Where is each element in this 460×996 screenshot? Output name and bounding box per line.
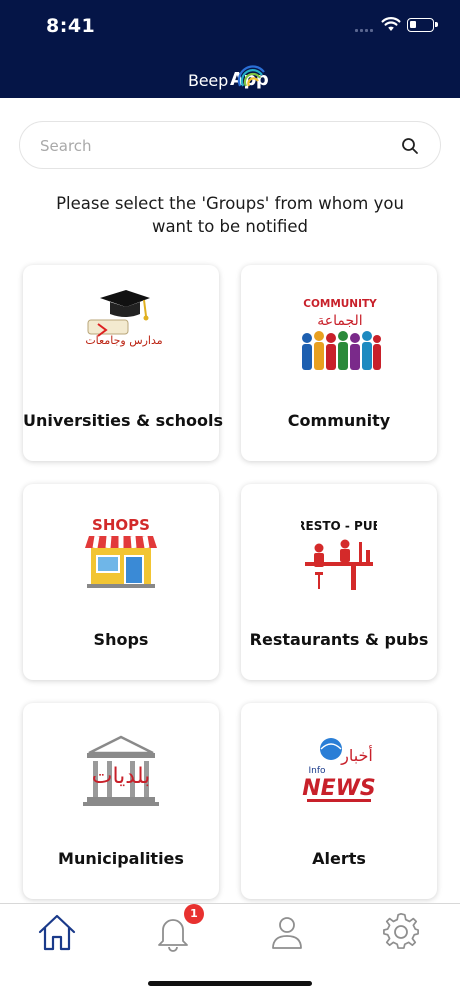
group-card-community[interactable]: COMMUNITY الجماعة Community [241, 265, 437, 461]
signal-arcs-icon [237, 65, 265, 87]
notification-badge: 1 [184, 904, 204, 924]
group-card-alerts[interactable]: أخبار Info NEWS Alerts [241, 703, 437, 899]
alerts-image-text-info: Info [308, 766, 326, 776]
group-card-restaurants[interactable]: RESTO - PUB Restaurants & pubs [241, 484, 437, 680]
community-image-text-en: COMMUNITY [303, 298, 377, 310]
community-image-text-ar: الجماعة [317, 313, 362, 329]
alerts-image-text-ar: أخبار [340, 745, 373, 766]
shops-image-text: SHOPS [92, 516, 150, 534]
app-header: 8:41 Beep App [0, 0, 460, 98]
news-icon: أخبار Info NEWS [302, 738, 376, 802]
group-label: Shops [93, 630, 149, 649]
universities-image-text: مدارس وجامعات [85, 334, 162, 347]
tab-settings[interactable] [382, 912, 422, 952]
wifi-icon [381, 17, 401, 31]
status-time: 8:41 [46, 15, 96, 37]
search-bar[interactable] [19, 121, 441, 169]
restaurants-image-text: RESTO - PUB [301, 519, 377, 533]
group-card-municipalities[interactable]: بلديات Municipalities [23, 703, 219, 899]
municipalities-image-text: بلديات [92, 764, 151, 789]
group-label: Restaurants & pubs [249, 630, 429, 649]
cellular-signal-icon [355, 26, 375, 32]
group-card-universities[interactable]: مدارس وجامعات Universities & schools [23, 265, 224, 461]
municipality-building-icon: بلديات [83, 735, 159, 806]
tab-home[interactable] [37, 912, 77, 952]
shop-storefront-icon: SHOPS [85, 516, 157, 588]
alerts-image-text-news: NEWS [302, 776, 376, 801]
group-label: Alerts [312, 849, 366, 868]
battery-icon [407, 18, 438, 32]
group-label: Universities & schools [23, 411, 224, 430]
graduation-cap-icon: مدارس وجامعات [85, 290, 163, 347]
group-label: Community [287, 411, 391, 430]
group-card-shops[interactable]: SHOPS Shops [23, 484, 219, 680]
brand-logo: Beep App [188, 60, 269, 90]
group-label: Municipalities [58, 849, 184, 868]
community-crowd-icon: COMMUNITY الجماعة [302, 298, 381, 370]
search-icon[interactable] [399, 135, 421, 157]
home-indicator [148, 981, 312, 986]
search-input[interactable] [40, 134, 380, 158]
brand-name-part1: Beep [188, 71, 229, 90]
instructions-text: Please select the 'Groups' from whom you… [56, 194, 404, 236]
bar-counter-icon: RESTO - PUB [301, 519, 377, 590]
tab-profile[interactable] [267, 912, 307, 952]
